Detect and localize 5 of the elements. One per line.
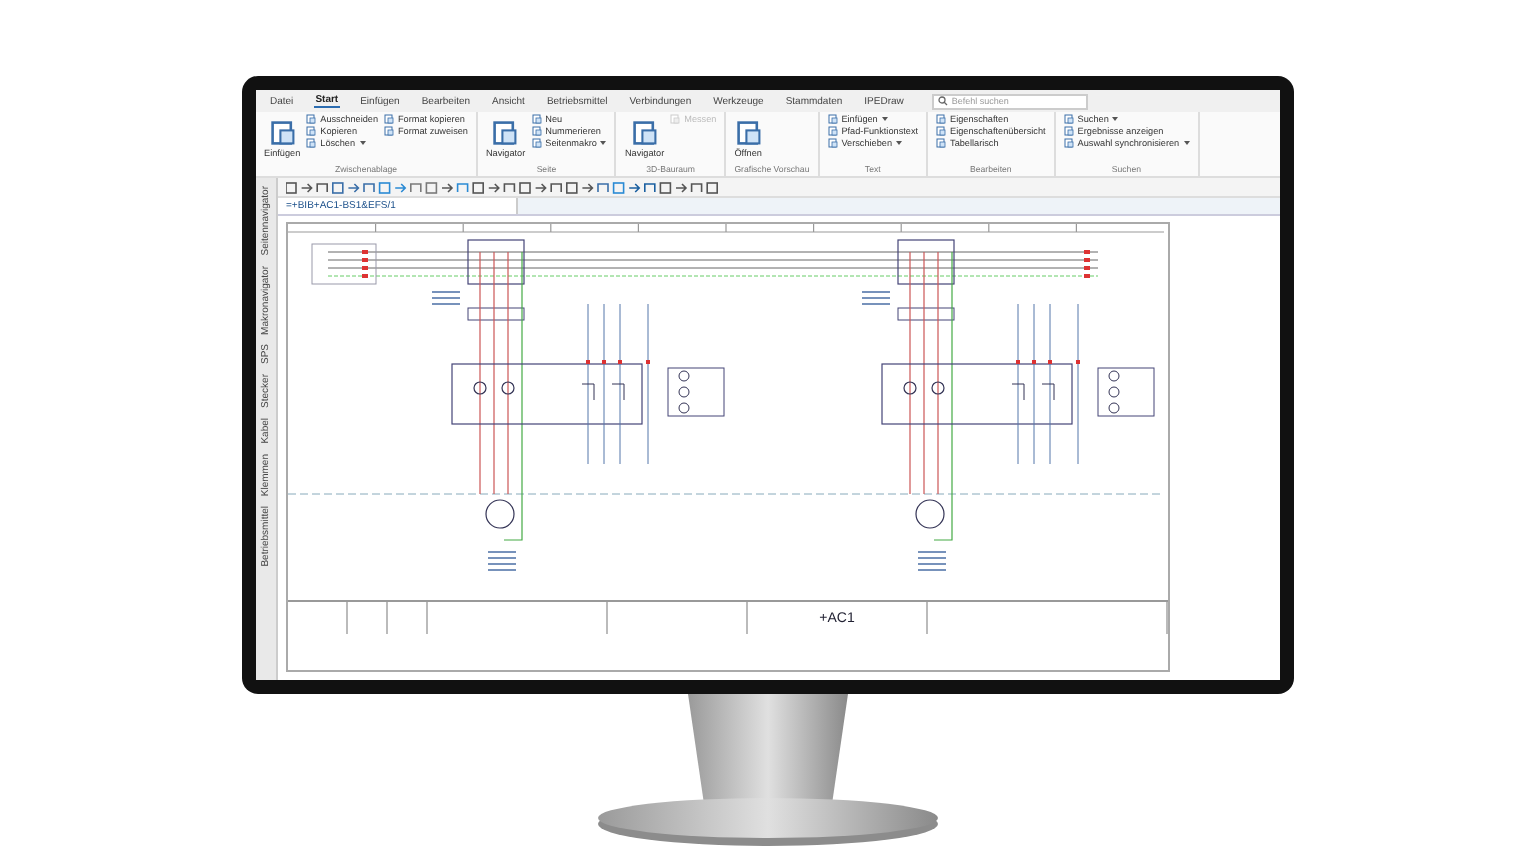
search-icon bbox=[937, 96, 948, 106]
document-icon bbox=[269, 120, 296, 146]
document-icon bbox=[631, 120, 658, 146]
document-icon bbox=[735, 120, 762, 146]
document-icon bbox=[492, 120, 519, 146]
